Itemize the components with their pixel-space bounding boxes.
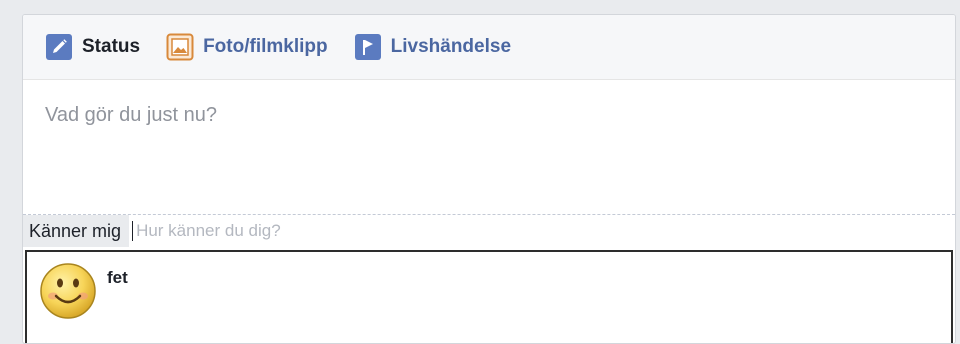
- status-placeholder: Vad gör du just nu?: [45, 104, 217, 126]
- feeling-row: Känner mig: [23, 214, 955, 247]
- composer-tabs: Status Foto/filmklipp Livshändelse: [23, 15, 955, 80]
- tab-life-event[interactable]: Livshändelse: [354, 33, 511, 61]
- tab-photo-video-label: Foto/filmklipp: [203, 36, 328, 57]
- feeling-tag[interactable]: Känner mig: [23, 215, 130, 247]
- suggestion-label: fet: [107, 268, 128, 287]
- text-cursor: [132, 221, 134, 241]
- pencil-icon: [46, 34, 72, 60]
- tab-status[interactable]: Status: [45, 33, 140, 61]
- suggestion-item[interactable]: fet: [27, 252, 951, 320]
- smiley-icon: [40, 263, 96, 319]
- status-composer: Status Foto/filmklipp Livshändelse Vad g…: [22, 14, 956, 344]
- status-textarea[interactable]: Vad gör du just nu?: [23, 80, 955, 214]
- feeling-input[interactable]: [136, 221, 537, 241]
- feeling-suggestions: fet: [25, 250, 953, 343]
- tab-life-event-label: Livshändelse: [390, 36, 512, 57]
- tab-status-label: Status: [82, 36, 141, 57]
- tab-photo-video[interactable]: Foto/filmklipp: [166, 33, 328, 61]
- photo-icon: [166, 33, 194, 61]
- flag-icon: [354, 34, 381, 60]
